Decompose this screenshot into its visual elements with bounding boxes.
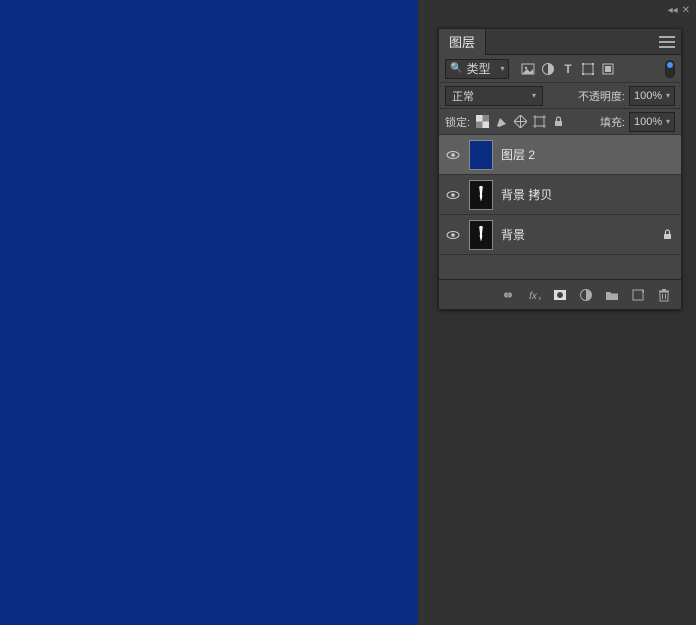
chevron-down-icon: ▾ xyxy=(666,117,670,126)
opacity-value: 100% xyxy=(634,90,662,102)
layer-mask-icon[interactable] xyxy=(553,288,567,302)
lock-row: 锁定: 填充: 100% xyxy=(439,109,681,135)
lock-artboard-icon[interactable] xyxy=(533,115,546,128)
link-layers-icon[interactable] xyxy=(501,288,515,302)
collapse-icon[interactable]: ◂◂ xyxy=(668,5,678,16)
search-icon: 🔍 xyxy=(450,63,462,74)
opacity-label: 不透明度: xyxy=(578,88,625,104)
type-filter-dropdown[interactable]: 🔍 类型 ▾ xyxy=(445,59,509,79)
layer-row[interactable]: 背景 xyxy=(439,215,681,255)
layer-name[interactable]: 背景 拷贝 xyxy=(501,186,675,203)
blend-mode-label: 正常 xyxy=(452,88,474,104)
layer-list-empty xyxy=(439,255,681,279)
panel-menu-icon[interactable] xyxy=(659,36,675,48)
layer-row[interactable]: 图层 2 xyxy=(439,135,681,175)
right-panel: ◂◂ ✕ 图层 🔍 类型 ▾ xyxy=(418,0,696,625)
fill-label: 填充: xyxy=(600,114,625,130)
panel-footer: fx xyxy=(439,279,681,309)
layer-thumbnail[interactable] xyxy=(469,140,493,170)
layers-tab[interactable]: 图层 xyxy=(439,29,486,55)
layer-thumbnail[interactable] xyxy=(469,220,493,250)
lock-label: 锁定: xyxy=(445,114,470,130)
layer-thumbnail[interactable] xyxy=(469,180,493,210)
chevron-down-icon: ▾ xyxy=(532,91,536,100)
lock-all-icon[interactable] xyxy=(552,115,565,128)
adjustment-layer-icon[interactable] xyxy=(579,288,593,302)
smartobject-filter-icon[interactable] xyxy=(601,62,615,76)
blend-mode-dropdown[interactable]: 正常 ▾ xyxy=(445,86,543,106)
layer-row[interactable]: 背景 拷贝 xyxy=(439,175,681,215)
lock-icon xyxy=(661,228,675,242)
panel-collapse-controls: ◂◂ ✕ xyxy=(668,0,690,20)
fill-value: 100% xyxy=(634,116,662,128)
lock-pixels-icon[interactable] xyxy=(495,115,508,128)
filter-icons: T xyxy=(521,62,615,76)
svg-text:T: T xyxy=(565,62,573,76)
filter-row: 🔍 类型 ▾ T xyxy=(439,55,681,83)
fill-input[interactable]: 100% ▾ xyxy=(629,112,675,132)
canvas-area[interactable] xyxy=(0,0,418,625)
shape-filter-icon[interactable] xyxy=(581,62,595,76)
panel-header: 图层 xyxy=(439,29,681,55)
filter-toggle-dot xyxy=(667,62,673,68)
opacity-input[interactable]: 100% ▾ xyxy=(629,86,675,106)
layer-list: 图层 2 背景 拷贝 背景 xyxy=(439,135,681,279)
text-filter-icon[interactable]: T xyxy=(561,62,575,76)
layers-panel: 图层 🔍 类型 ▾ T xyxy=(438,28,682,310)
adjustment-filter-icon[interactable] xyxy=(541,62,555,76)
new-layer-icon[interactable] xyxy=(631,288,645,302)
visibility-toggle[interactable] xyxy=(445,187,461,203)
chevron-down-icon: ▾ xyxy=(666,91,670,100)
lock-transparency-icon[interactable] xyxy=(476,115,489,128)
type-filter-label: 类型 xyxy=(466,60,490,77)
layer-name[interactable]: 图层 2 xyxy=(501,146,675,163)
layers-tab-label: 图层 xyxy=(449,32,475,51)
close-icon[interactable]: ✕ xyxy=(682,5,690,16)
svg-text:fx: fx xyxy=(529,291,538,302)
group-icon[interactable] xyxy=(605,288,619,302)
chevron-down-icon: ▾ xyxy=(500,64,504,73)
blend-row: 正常 ▾ 不透明度: 100% ▾ xyxy=(439,83,681,109)
fx-icon[interactable]: fx xyxy=(527,288,541,302)
image-filter-icon[interactable] xyxy=(521,62,535,76)
layer-name[interactable]: 背景 xyxy=(501,226,653,243)
lock-position-icon[interactable] xyxy=(514,115,527,128)
delete-icon[interactable] xyxy=(657,288,671,302)
visibility-toggle[interactable] xyxy=(445,227,461,243)
lock-icons xyxy=(476,115,565,128)
visibility-toggle[interactable] xyxy=(445,147,461,163)
filter-toggle[interactable] xyxy=(665,60,675,78)
